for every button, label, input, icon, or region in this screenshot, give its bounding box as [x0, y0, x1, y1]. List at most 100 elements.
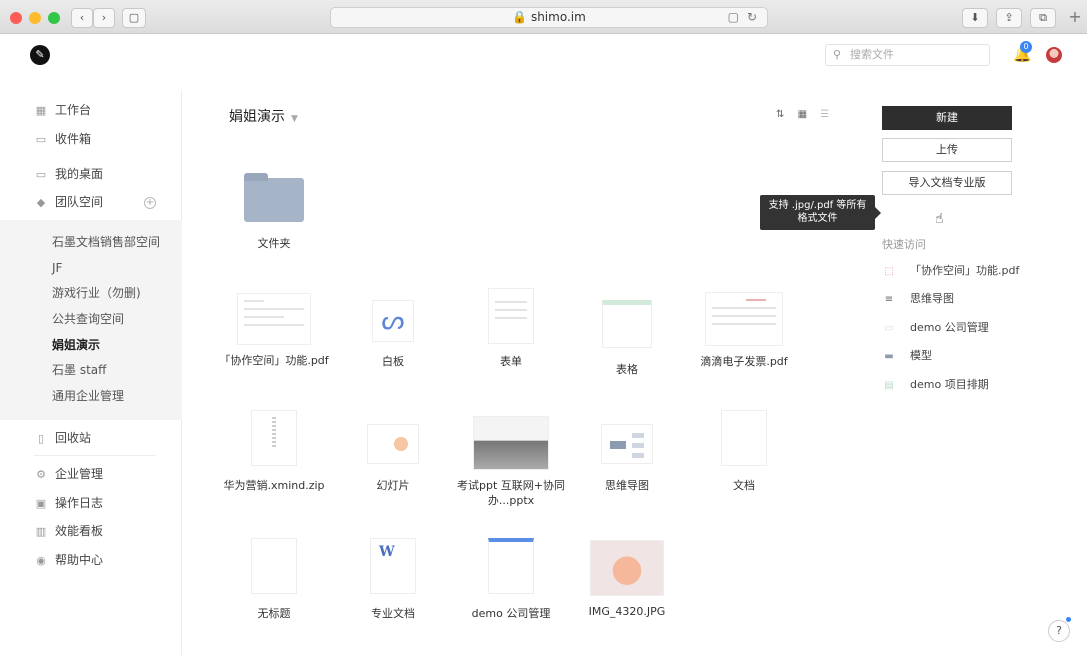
- sidebar-item-inbox[interactable]: ▭ 收件箱: [34, 129, 91, 149]
- sidebar-item-label: 工作台: [55, 103, 92, 117]
- shimo-logo[interactable]: ✎: [30, 45, 50, 65]
- reload-icon[interactable]: ↻: [747, 8, 757, 27]
- sheet-icon: ▤: [884, 380, 894, 391]
- share-button[interactable]: ⇪: [996, 8, 1022, 28]
- quick-access-label: demo 项目排期: [910, 378, 989, 391]
- file-item-form[interactable]: 表单: [455, 288, 567, 369]
- sidebar-item-enterprise[interactable]: ⚙ 企业管理: [34, 464, 103, 484]
- log-icon: ▣: [35, 497, 47, 510]
- sidebar-item-trash[interactable]: ▯ 回收站: [34, 428, 91, 448]
- quick-access-title: 快速访问: [882, 238, 926, 251]
- sidebar-divider: [34, 455, 156, 456]
- file-item-sheet[interactable]: 表格: [571, 294, 683, 377]
- chevron-down-icon[interactable]: ▼: [291, 114, 298, 124]
- quick-access-label: 「协作空间」功能.pdf: [910, 264, 1020, 277]
- file-name: 表单: [500, 355, 522, 368]
- team-item[interactable]: 石墨 staff: [52, 362, 106, 378]
- team-icon: ◆: [36, 196, 46, 209]
- slides-icon: [367, 424, 419, 464]
- file-item-slides[interactable]: 幻灯片: [337, 424, 449, 493]
- whiteboard-icon: ᔕ: [372, 300, 414, 342]
- sidebar-item-label: 收件箱: [55, 132, 92, 146]
- sidebar-toggle-button[interactable]: ▢: [122, 8, 146, 28]
- forward-button[interactable]: ›: [93, 8, 115, 28]
- file-item-zip[interactable]: 华为营销.xmind.zip: [218, 410, 330, 493]
- file-item-board[interactable]: ᔕ 白板: [337, 300, 449, 369]
- pdf-thumbnail: [237, 293, 311, 345]
- team-item-active[interactable]: 娟姐演示: [52, 337, 100, 353]
- folder-icon: [244, 173, 304, 222]
- zip-icon: [251, 410, 297, 466]
- file-item-image[interactable]: IMG_4320.JPG: [571, 540, 683, 619]
- list-view-icon[interactable]: ☰: [820, 109, 829, 120]
- file-name: 思维导图: [605, 479, 649, 492]
- quick-access-item[interactable]: ▭ demo 公司管理: [882, 319, 988, 337]
- notification-badge: 0: [1020, 41, 1032, 53]
- tooltip-line: 格式文件: [797, 213, 838, 224]
- team-item[interactable]: 游戏行业（勿删): [52, 285, 141, 301]
- tabs-overview-button[interactable]: ⧉: [1030, 8, 1056, 28]
- file-name: 专业文档: [371, 607, 415, 620]
- help-icon: ◉: [36, 554, 46, 567]
- doc-icon: [721, 410, 767, 466]
- new-tab-button[interactable]: +: [1067, 9, 1083, 27]
- form-icon: [488, 288, 534, 344]
- minimize-window-button[interactable]: [29, 12, 41, 24]
- avatar[interactable]: [1046, 47, 1062, 63]
- file-item-invoice[interactable]: 滴滴电子发票.pdf: [688, 292, 800, 369]
- new-button[interactable]: 新建: [882, 106, 1012, 130]
- tooltip-line: 支持 .jpg/.pdf 等所有: [768, 200, 867, 211]
- file-item-pptx[interactable]: 考试ppt 互联网+协同办...pptx: [455, 416, 567, 508]
- maximize-window-button[interactable]: [48, 12, 60, 24]
- add-team-button[interactable]: +: [144, 197, 156, 209]
- team-item[interactable]: JF: [52, 260, 62, 276]
- file-name: IMG_4320.JPG: [588, 605, 666, 618]
- help-button[interactable]: ?: [1048, 620, 1070, 642]
- sidebar-item-workbench[interactable]: ▦ 工作台: [34, 100, 91, 120]
- hand-cursor-icon: ☝: [935, 211, 944, 227]
- quick-access-item[interactable]: ▬ 模型: [882, 347, 932, 365]
- file-item-untitled[interactable]: 无标题: [218, 538, 330, 621]
- sidebar-item-label: 我的桌面: [55, 167, 104, 181]
- page-title-text: 娟姐演示: [229, 109, 285, 125]
- quick-access-item[interactable]: ⬚ 「协作空间」功能.pdf: [882, 262, 1019, 280]
- file-item-pro-doc[interactable]: W 专业文档: [337, 538, 449, 621]
- workbench-icon: ▦: [35, 104, 47, 117]
- file-item-demo[interactable]: demo 公司管理: [455, 538, 567, 621]
- sidebar-item-my-desktop[interactable]: ▭ 我的桌面: [34, 164, 103, 184]
- reader-icon[interactable]: ▢: [728, 8, 739, 27]
- page-title[interactable]: 娟姐演示 ▼: [229, 106, 298, 126]
- file-item-mind[interactable]: 思维导图: [571, 424, 683, 493]
- upload-button[interactable]: 上传: [882, 138, 1012, 162]
- file-item-doc[interactable]: 文档: [688, 410, 800, 493]
- search-placeholder: 搜索文件: [850, 48, 894, 61]
- sidebar-item-help[interactable]: ◉ 帮助中心: [34, 550, 103, 570]
- file-item-pdf[interactable]: 「协作空间」功能.pdf: [218, 293, 330, 368]
- sort-icon[interactable]: ⇅: [776, 109, 784, 120]
- quick-access-item[interactable]: ≡ 思维导图: [882, 290, 954, 308]
- sidebar-item-label: 效能看板: [55, 524, 104, 538]
- close-window-button[interactable]: [10, 12, 22, 24]
- mindmap-icon: ≡: [884, 294, 894, 305]
- team-item[interactable]: 石墨文档销售部空间: [52, 234, 160, 250]
- sidebar-item-label: 团队空间: [55, 195, 104, 209]
- file-item-folder[interactable]: 文件夹: [218, 173, 330, 251]
- search-input[interactable]: ⚲ 搜索文件: [825, 44, 990, 66]
- trash-icon: ▯: [37, 432, 45, 445]
- download-button[interactable]: ⬇: [962, 8, 988, 28]
- file-name: 白板: [382, 355, 404, 368]
- sidebar-item-label: 企业管理: [55, 467, 104, 481]
- file-name: 幻灯片: [376, 479, 410, 492]
- import-pro-button[interactable]: 导入文档专业版: [882, 171, 1012, 195]
- back-button[interactable]: ‹: [71, 8, 93, 28]
- team-item[interactable]: 公共查询空间: [52, 311, 124, 327]
- image-thumbnail: [590, 540, 664, 596]
- team-item[interactable]: 通用企业管理: [52, 388, 124, 404]
- gear-icon: ⚙: [36, 468, 46, 481]
- grid-view-icon[interactable]: ▦: [798, 109, 807, 120]
- quick-access-item[interactable]: ▤ demo 项目排期: [882, 376, 989, 394]
- sidebar-item-team-space[interactable]: ◆ 团队空间: [34, 192, 103, 212]
- sidebar-item-operation-log[interactable]: ▣ 操作日志: [34, 493, 103, 513]
- address-bar[interactable]: 🔒 shimo.im ▢ ↻: [330, 7, 768, 28]
- sidebar-item-dashboard[interactable]: ▥ 效能看板: [34, 521, 103, 541]
